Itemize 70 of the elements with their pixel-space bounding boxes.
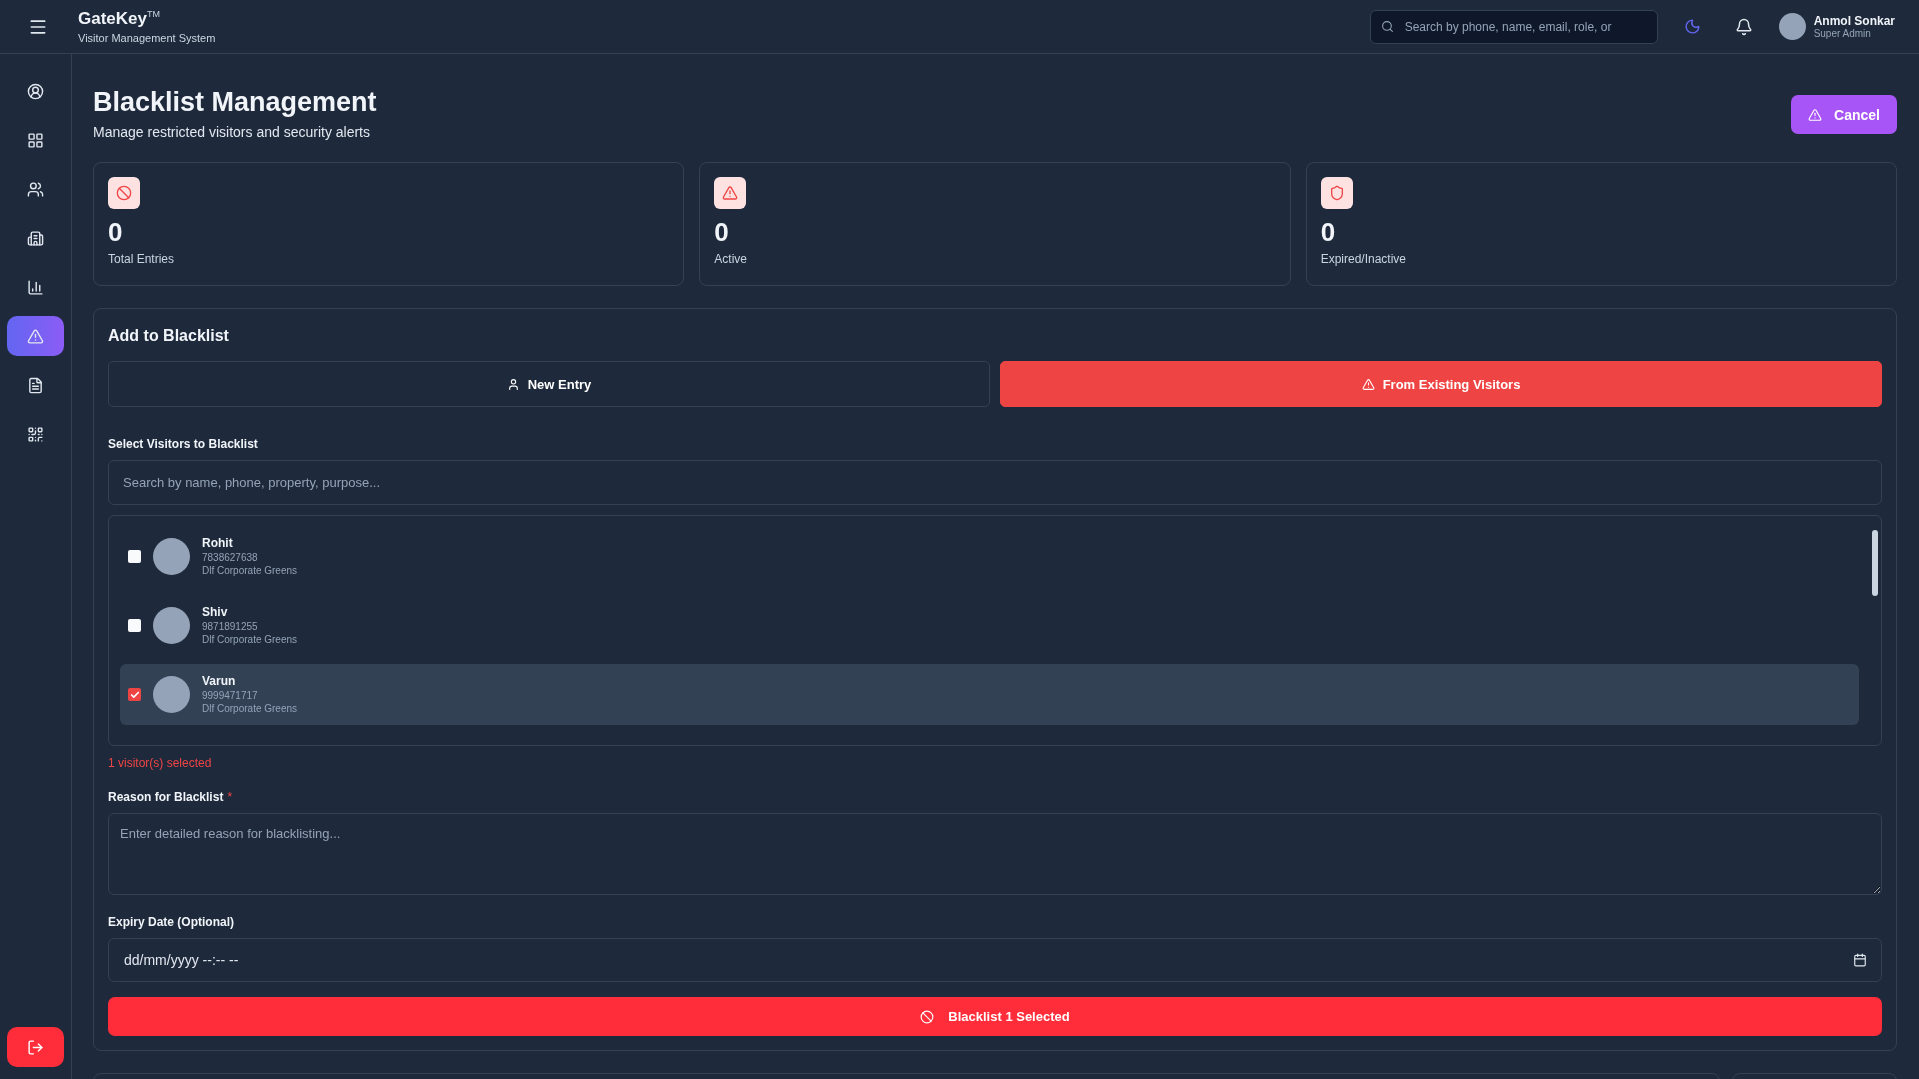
date-field[interactable]: dd/mm/yyyy --:-- -- xyxy=(108,938,1882,982)
field-label: Reason for Blacklist xyxy=(108,790,224,804)
brand-subtitle: Visitor Management System xyxy=(78,32,216,44)
search-field[interactable]: Search by phone, name, email, role, or xyxy=(1369,9,1658,44)
users-icon xyxy=(27,180,44,198)
shield-icon xyxy=(1320,177,1353,209)
grid-icon xyxy=(27,131,44,149)
visitor-phone: 7838627638 xyxy=(202,551,259,565)
user-name: Anmol Sonkar xyxy=(1813,14,1895,28)
stat-label: Total Entries xyxy=(108,252,176,266)
visitor-row[interactable]: Rohit 7838627638 Dlf Corporate Greens xyxy=(120,526,1859,587)
checkbox[interactable] xyxy=(128,688,141,701)
warning-icon xyxy=(1808,107,1823,122)
page-subtitle: Manage restricted visitors and security alerts xyxy=(93,124,371,140)
visitor-property: Dlf Corporate Greens xyxy=(202,633,298,647)
logout-button[interactable] xyxy=(7,1027,64,1067)
checkbox[interactable] xyxy=(128,550,141,563)
brand-name: GateKey$^{TM}$ xyxy=(78,9,161,29)
warning-icon xyxy=(714,177,747,209)
sidebar-item[interactable] xyxy=(7,316,64,356)
avatar-circle xyxy=(153,607,190,644)
visitor-name: Varun xyxy=(202,673,237,690)
stat-value: 0 xyxy=(714,217,730,248)
prohibited-icon xyxy=(920,1009,935,1024)
avatar-circle xyxy=(153,676,190,713)
calendar-icon[interactable] xyxy=(1853,953,1867,967)
stat-label: Expired/Inactive xyxy=(1320,252,1408,266)
field-label: Select Visitors to Blacklist xyxy=(108,437,259,451)
moon-icon xyxy=(1683,18,1701,35)
theme-toggle-button[interactable] xyxy=(1683,18,1701,35)
stat-label: Active xyxy=(714,252,748,266)
stat-value: 0 xyxy=(108,217,124,248)
visitor-property: Dlf Corporate Greens xyxy=(202,564,298,578)
user-circle-icon xyxy=(27,82,44,100)
blacklist-button[interactable]: Blacklist 1 Selected xyxy=(108,997,1882,1036)
stat-value: 0 xyxy=(1320,217,1337,248)
section-title: Add to Blacklist xyxy=(108,327,230,345)
document-icon xyxy=(27,376,44,394)
required-mark: * xyxy=(227,790,233,804)
search-field[interactable]: Search by name, phone, property, purpose... xyxy=(108,460,1882,505)
selection-count: 1 visitor(s) selected xyxy=(108,756,213,770)
avatar-circle[interactable] xyxy=(1778,13,1806,40)
prohibited-icon xyxy=(108,177,140,209)
cancel-button[interactable]: Cancel xyxy=(1791,95,1897,134)
visitor-property: Dlf Corporate Greens xyxy=(202,702,298,716)
bar-chart-icon xyxy=(27,278,44,296)
checkbox[interactable] xyxy=(128,619,141,632)
visitor-name: Rohit xyxy=(202,535,234,552)
page-title: Blacklist Management xyxy=(93,87,377,118)
avatar-circle xyxy=(153,538,190,575)
visitor-phone: 9871891255 xyxy=(202,620,259,634)
visitor-row[interactable]: Varun 9999471717 Dlf Corporate Greens xyxy=(120,664,1859,725)
visitor-phone: 9999471717 xyxy=(202,689,259,703)
bell-icon xyxy=(1734,17,1753,36)
notifications-button[interactable] xyxy=(1734,17,1753,36)
visitor-row[interactable]: Shiv 9871891255 Dlf Corporate Greens xyxy=(120,595,1859,656)
field-label: Expiry Date (Optional) xyxy=(108,915,236,929)
building-icon xyxy=(27,229,44,247)
logout-icon xyxy=(27,1038,44,1056)
check-icon xyxy=(129,689,140,700)
mode-tab[interactable]: New Entry xyxy=(108,361,990,407)
user-role: Super Admin xyxy=(1813,28,1872,39)
reason-field[interactable]: Enter detailed reason for blacklisting... xyxy=(108,813,1882,895)
mode-tab[interactable]: From Existing Visitors xyxy=(1000,361,1882,407)
warning-icon xyxy=(1361,377,1375,391)
search-icon xyxy=(1380,20,1394,33)
warning-icon xyxy=(27,327,44,345)
visitor-name: Shiv xyxy=(202,604,229,621)
user-icon xyxy=(506,377,520,391)
qr-code-icon xyxy=(27,425,44,443)
